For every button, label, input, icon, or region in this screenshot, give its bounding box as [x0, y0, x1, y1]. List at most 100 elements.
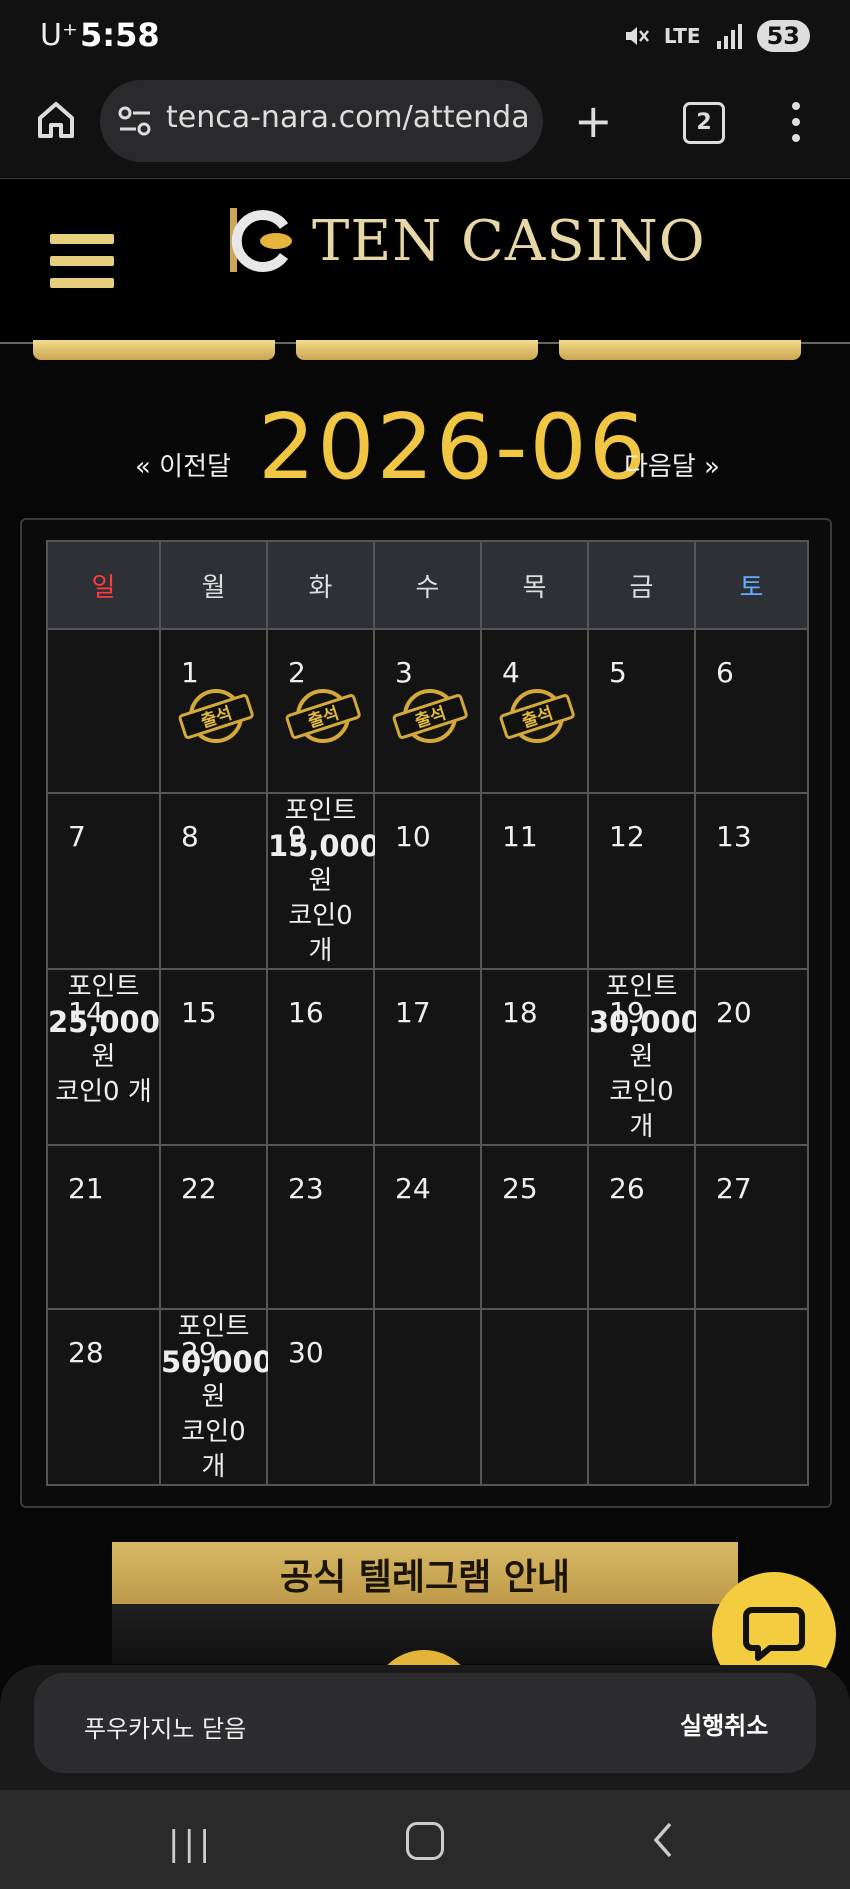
calendar-day-cell[interactable]: 7: [46, 792, 161, 970]
calendar-day-cell[interactable]: [46, 628, 161, 794]
url-text[interactable]: tenca-nara.com/attendanc: [166, 100, 531, 135]
calendar-week-row: 28 29 포인트 50,000 원 코인0 개 30: [46, 1308, 809, 1486]
more-menu-icon[interactable]: [786, 100, 806, 144]
attendance-stamp-icon: 출석: [499, 689, 575, 743]
reward-coin-unit: 개: [629, 1112, 654, 1142]
promo-tab-3[interactable]: [559, 340, 801, 360]
reward-label: 포인트: [67, 972, 140, 1002]
prev-month-link[interactable]: « 이전달: [135, 446, 231, 483]
reward-label: 포인트: [284, 796, 357, 826]
calendar-day-cell[interactable]: 28: [46, 1308, 161, 1486]
weekday-header-row: 일월화수목금토: [46, 540, 809, 630]
weekday-header: 토: [694, 540, 809, 630]
banner-title: 공식 텔레그램 안내: [279, 1557, 571, 1598]
day-number: 7: [68, 820, 86, 853]
site-settings-icon[interactable]: [116, 102, 154, 140]
day-number: 26: [609, 1172, 645, 1205]
calendar-day-cell[interactable]: 19 포인트 30,000 원 코인0 개: [587, 968, 701, 1146]
status-icons: LTE 53: [622, 20, 810, 52]
calendar-day-cell[interactable]: 29 포인트 50,000 원 코인0 개: [159, 1308, 273, 1486]
calendar-day-cell[interactable]: 30: [266, 1308, 375, 1486]
site-logo[interactable]: TEN CASINO: [226, 206, 706, 276]
calendar-day-cell[interactable]: [480, 1308, 589, 1486]
undo-button[interactable]: 실행취소: [680, 1706, 768, 1741]
day-number: 30: [288, 1336, 324, 1369]
calendar-day-cell[interactable]: 2 출석: [266, 628, 375, 794]
reward-coin: 코인0 개: [55, 1077, 152, 1107]
calendar-day-cell[interactable]: 26: [587, 1144, 696, 1310]
reward-coin-unit: 개: [308, 936, 333, 966]
calendar-week-row: 7 8 9 포인트 15,000 원 코인0 개 10 11 12 13: [46, 792, 809, 970]
weekday-header: 수: [373, 540, 482, 630]
calendar-day-cell[interactable]: 9 포인트 15,000 원 코인0 개: [266, 792, 380, 970]
attendance-stamp-icon: 출석: [285, 689, 361, 743]
calendar-day-cell[interactable]: 13: [694, 792, 809, 970]
weekday-header: 월: [159, 540, 268, 630]
calendar-day-cell[interactable]: [694, 1308, 809, 1486]
reward-amount: 50,000: [161, 1345, 273, 1379]
tab-switcher-button[interactable]: 2: [683, 102, 725, 144]
reward-info: 포인트 30,000 원 코인0 개: [589, 970, 701, 1145]
calendar-day-cell[interactable]: 1 출석: [159, 628, 268, 794]
promo-tab-1[interactable]: [33, 340, 275, 360]
reward-amount: 25,000: [48, 1005, 160, 1039]
weekday-header: 금: [587, 540, 696, 630]
calendar-day-cell[interactable]: 20: [694, 968, 809, 1146]
calendar-day-cell[interactable]: 11: [480, 792, 589, 970]
calendar-day-cell[interactable]: 14 포인트 25,000 원 코인0 개: [46, 968, 161, 1146]
attendance-stamp-icon: 출석: [178, 689, 254, 743]
calendar-day-cell[interactable]: 25: [480, 1144, 589, 1310]
calendar-day-cell[interactable]: 22: [159, 1144, 268, 1310]
recents-button[interactable]: |||: [168, 1824, 214, 1864]
calendar-day-cell[interactable]: 17: [373, 968, 482, 1146]
calendar-day-cell[interactable]: [587, 1308, 696, 1486]
day-number: 25: [502, 1172, 538, 1205]
reward-coin-unit: 개: [201, 1452, 226, 1482]
mute-icon: [625, 27, 649, 45]
calendar-day-cell[interactable]: 18: [480, 968, 589, 1146]
day-number: 15: [181, 996, 217, 1029]
calendar-week-row: 21 22 23 24 25 26 27: [46, 1144, 809, 1310]
new-tab-button[interactable]: +: [574, 96, 613, 146]
reward-coin: 코인0: [609, 1077, 674, 1107]
promo-tab-2[interactable]: [296, 340, 538, 360]
calendar-day-cell[interactable]: 8: [159, 792, 268, 970]
calendar-day-cell[interactable]: [373, 1308, 482, 1486]
home-button[interactable]: [28, 92, 84, 148]
day-number: 21: [68, 1172, 104, 1205]
calendar-day-cell[interactable]: 6: [694, 628, 809, 794]
reward-label: 포인트: [605, 972, 678, 1002]
calendar-day-cell[interactable]: 4 출석: [480, 628, 589, 794]
reward-unit: 원: [629, 1042, 654, 1072]
day-number: 13: [716, 820, 752, 853]
snackbar-message: 푸우카지노 닫음: [84, 1715, 247, 1743]
calendar-day-cell[interactable]: 23: [266, 1144, 375, 1310]
battery-indicator: 53: [756, 20, 810, 52]
day-number: 18: [502, 996, 538, 1029]
calendar-day-cell[interactable]: 3 출석: [373, 628, 482, 794]
calendar-week-row: 1 출석 2 출석 3 출석 4 출석 5 6: [46, 628, 809, 794]
calendar-day-cell[interactable]: 16: [266, 968, 375, 1146]
day-number: 16: [288, 996, 324, 1029]
weekday-header: 일: [46, 540, 161, 630]
calendar-day-cell[interactable]: 12: [587, 792, 696, 970]
calendar-grid: 일월화수목금토 1 출석 2 출석 3 출석 4 출석 5 6 7 8 9 포인트 15,000 원 코인0 개 1…: [46, 540, 809, 1486]
hamburger-menu-icon[interactable]: [50, 232, 116, 290]
calendar-day-cell[interactable]: 27: [694, 1144, 809, 1310]
attendance-stamp-icon: 출석: [392, 689, 468, 743]
logo-text: TEN CASINO: [312, 208, 706, 274]
system-home-button[interactable]: [406, 1822, 444, 1860]
back-icon[interactable]: [650, 1820, 674, 1860]
reward-coin: 코인0: [181, 1417, 246, 1447]
calendar-week-row: 14 포인트 25,000 원 코인0 개 15 16 17 18 19 포인트 30,000 원 코인0…: [46, 968, 809, 1146]
calendar-day-cell[interactable]: 24: [373, 1144, 482, 1310]
calendar-day-cell[interactable]: 15: [159, 968, 268, 1146]
calendar-day-cell[interactable]: 21: [46, 1144, 161, 1310]
status-time: 5:58: [80, 16, 160, 54]
next-month-link[interactable]: 다음달 »: [624, 446, 720, 483]
day-number: 28: [68, 1336, 104, 1369]
calendar-day-cell[interactable]: 10: [373, 792, 482, 970]
day-number: 5: [609, 656, 627, 689]
calendar-day-cell[interactable]: 5: [587, 628, 696, 794]
day-number: 17: [395, 996, 431, 1029]
